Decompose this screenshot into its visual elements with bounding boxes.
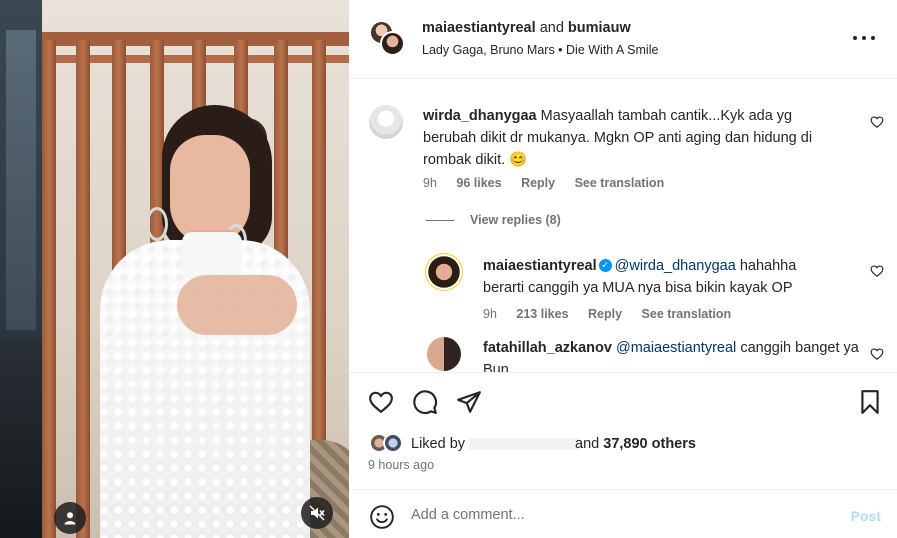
- comment-username[interactable]: fatahillah_azkanov: [483, 340, 612, 356]
- post-timestamp[interactable]: 9 hours ago: [368, 458, 434, 472]
- comment-meta: 9h 96 likes Reply See translation: [423, 176, 680, 190]
- comment-likes[interactable]: 213 likes: [516, 307, 568, 321]
- view-replies-label: View replies (8): [470, 213, 561, 227]
- more-options-button[interactable]: [853, 30, 875, 46]
- post-header: maiaestiantyreal and bumiauw Lady Gaga, …: [349, 0, 897, 79]
- reply-button[interactable]: Reply: [588, 307, 622, 321]
- comment-icon[interactable]: [412, 389, 438, 415]
- audio-link[interactable]: Lady Gaga, Bruno Mars • Die With A Smile: [422, 43, 658, 57]
- post-sidebar: maiaestiantyreal and bumiauw Lady Gaga, …: [349, 0, 897, 538]
- comment-likes[interactable]: 96 likes: [456, 176, 501, 190]
- avatar[interactable]: [425, 253, 463, 291]
- comment-mention[interactable]: @wirda_dhanygaa: [615, 258, 736, 274]
- mute-button[interactable]: [301, 497, 333, 529]
- heart-icon[interactable]: [870, 264, 884, 278]
- likes-count[interactable]: 37,890 others: [603, 436, 696, 452]
- author-secondary-link[interactable]: bumiauw: [568, 20, 631, 36]
- tagged-users-button[interactable]: [54, 502, 86, 534]
- comment-input[interactable]: [411, 502, 831, 528]
- see-translation-link[interactable]: See translation: [642, 307, 732, 321]
- view-replies-button[interactable]: View replies (8): [426, 213, 561, 227]
- verified-badge-icon: ✓: [598, 258, 612, 272]
- comment-body: wirda_dhanygaa Masyaallah tambah cantik.…: [423, 105, 843, 171]
- post-comment-button[interactable]: Post: [851, 508, 881, 524]
- post-media[interactable]: [0, 0, 349, 538]
- bookmark-icon[interactable]: [857, 389, 883, 415]
- comment-body: fatahillah_azkanov @maiaestiantyreal can…: [483, 337, 863, 372]
- post-actions: [349, 372, 897, 432]
- collab-avatars[interactable]: [369, 20, 409, 60]
- post-photo: [42, 0, 349, 538]
- comment-body: maiaestiantyreal ✓ @wirda_dhanygaa hahahha…: [483, 255, 823, 299]
- comment-mention[interactable]: @maiaestiantyreal: [616, 340, 736, 356]
- author-join-text: and: [539, 20, 564, 36]
- previous-post-preview: [0, 0, 42, 538]
- see-translation-link[interactable]: See translation: [575, 176, 665, 190]
- heart-icon[interactable]: [870, 347, 884, 361]
- comment-time: 9h: [483, 307, 497, 321]
- heart-icon[interactable]: [368, 389, 394, 415]
- avatar[interactable]: [427, 337, 461, 371]
- replies-divider: [426, 220, 454, 222]
- hidden-username[interactable]: [469, 438, 582, 451]
- avatar: [383, 433, 403, 453]
- comment-form: Post: [349, 489, 897, 538]
- likes-prefix: Liked by: [411, 436, 466, 452]
- more-icon: [853, 36, 857, 40]
- share-icon[interactable]: [456, 389, 482, 415]
- reply-button[interactable]: Reply: [521, 176, 555, 190]
- heart-icon[interactable]: [870, 115, 884, 129]
- post-authors: maiaestiantyreal and bumiauw: [422, 20, 631, 36]
- avatar[interactable]: [380, 31, 405, 56]
- likes-text: Liked by and 37,890 others: [411, 436, 696, 452]
- comment-username[interactable]: maiaestiantyreal: [483, 258, 597, 274]
- comment-time: 9h: [423, 176, 437, 190]
- avatar[interactable]: [369, 105, 403, 139]
- user-tag-icon: [64, 512, 76, 525]
- comment-username[interactable]: wirda_dhanygaa: [423, 108, 537, 124]
- likes-suffix: and: [575, 436, 600, 452]
- emoji-icon[interactable]: [369, 504, 395, 530]
- volume-muted-icon: [309, 505, 325, 521]
- author-primary-link[interactable]: maiaestiantyreal: [422, 20, 536, 36]
- comment-meta: 9h 213 likes Reply See translation: [483, 307, 747, 321]
- comments-list[interactable]: wirda_dhanygaa Masyaallah tambah cantik.…: [349, 80, 897, 372]
